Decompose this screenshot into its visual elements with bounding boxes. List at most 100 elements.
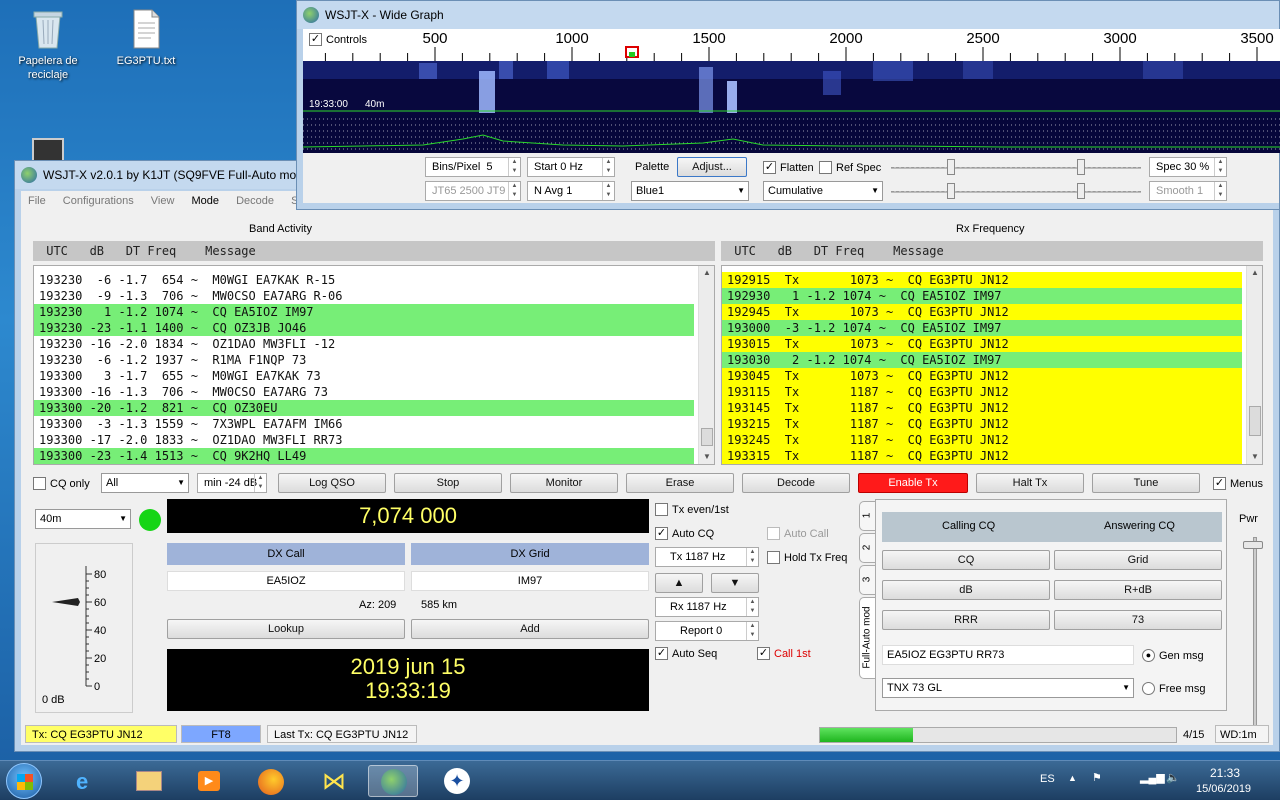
menu-decode[interactable]: Decode: [236, 195, 274, 207]
palette-select[interactable]: Blue1 ▼: [631, 181, 749, 201]
list-item[interactable]: 193115 Tx 1187 ~ CQ EG3PTU JN12: [722, 384, 1242, 400]
ref-spec-checkbox[interactable]: Ref Spec: [819, 161, 881, 175]
free-msg-radio[interactable]: Free msg: [1142, 682, 1205, 696]
auto-seq-checkbox[interactable]: ✓ Auto Seq: [655, 647, 717, 661]
taskbar-butterfly-icon[interactable]: ⋈: [308, 765, 358, 797]
spin-arrows-icon[interactable]: ▲ ▼: [746, 598, 758, 616]
flatten-checkbox[interactable]: ✓ Flatten: [763, 161, 814, 175]
list-item[interactable]: 193300 -20 -1.2 821 ~ CQ OZ30EU: [34, 400, 694, 416]
list-item[interactable]: 193300 -16 -1.3 706 ~ MW0CSO EA7ARG 73: [34, 384, 694, 400]
tab-full-auto[interactable]: Full-Auto mod: [859, 597, 875, 679]
menu-view[interactable]: View: [151, 195, 175, 207]
list-item[interactable]: 193230 -6 -1.7 654 ~ M0WGI EA7KAK R-15: [34, 272, 694, 288]
min-db-spinbox[interactable]: min -24 dB ▲ ▼: [197, 473, 267, 493]
list-item[interactable]: 193215 Tx 1187 ~ CQ EG3PTU JN12: [722, 416, 1242, 432]
tx-to-rx-up-button[interactable]: ▲: [655, 573, 703, 593]
network-icon[interactable]: ▂▄▆: [1140, 771, 1165, 784]
spin-arrows-icon[interactable]: ▲ ▼: [254, 474, 266, 492]
show-hidden-icons-icon[interactable]: ▲: [1068, 773, 1077, 783]
gain-slider[interactable]: [891, 167, 1141, 169]
spectrum-zero-slider-handle[interactable]: [1077, 183, 1085, 199]
spin-arrows-icon[interactable]: ▲ ▼: [602, 158, 614, 176]
eg3ptu-txt-desktop-icon[interactable]: EG3PTU.txt: [110, 8, 182, 68]
rx-frequency-scrollbar[interactable]: ▲ ▼: [1246, 266, 1262, 464]
list-item[interactable]: 193045 Tx 1073 ~ CQ EG3PTU JN12: [722, 368, 1242, 384]
enable-tx-button[interactable]: Enable Tx: [858, 473, 968, 493]
menu-mode[interactable]: Mode: [192, 195, 220, 207]
jt65-jt9-spinbox[interactable]: JT65 2500 JT9 ▲ ▼: [425, 181, 521, 201]
bins-pixel-spinbox[interactable]: Bins/Pixel 5 ▲ ▼: [425, 157, 521, 177]
gen-msg-radio[interactable]: ● Gen msg: [1142, 649, 1204, 663]
list-item[interactable]: 193030 2 -1.2 1074 ~ CQ EA5IOZ IM97: [722, 352, 1242, 368]
list-item[interactable]: 193230 -23 -1.1 1400 ~ CQ OZ3JB JO46: [34, 320, 694, 336]
scroll-thumb[interactable]: [1249, 406, 1261, 436]
rx-freq-spinbox[interactable]: Rx 1187 Hz ▲ ▼: [655, 597, 759, 617]
spin-arrows-icon[interactable]: ▲ ▼: [746, 548, 758, 566]
start-button[interactable]: [6, 763, 42, 799]
menus-checkbox[interactable]: ✓ Menus: [1213, 477, 1263, 491]
volume-icon[interactable]: 🔈: [1166, 771, 1180, 784]
list-item[interactable]: 193315 Tx 1187 ~ CQ EG3PTU JN12: [722, 448, 1242, 464]
scroll-thumb[interactable]: [701, 428, 713, 446]
menu-configurations[interactable]: Configurations: [63, 195, 134, 207]
decode-button[interactable]: Decode: [742, 473, 850, 493]
clock-date[interactable]: 15/06/2019: [1196, 783, 1251, 795]
call-1st-checkbox[interactable]: ✓ Call 1st: [757, 647, 811, 661]
zero-slider-handle[interactable]: [1077, 159, 1085, 175]
rx-frequency-list[interactable]: 192915 Tx 1073 ~ CQ EG3PTU JN12 192930 1 …: [721, 265, 1263, 465]
filter-select[interactable]: All ▼: [101, 473, 189, 493]
list-item[interactable]: 193000 -3 -1.2 1074 ~ CQ EA5IOZ IM97: [722, 320, 1242, 336]
band-select[interactable]: 40m ▼: [35, 509, 131, 529]
free-msg-select[interactable]: TNX 73 GL ▼: [882, 678, 1134, 698]
taskbar-media-player-icon[interactable]: ▶: [184, 765, 234, 797]
recycle-bin-desktop-icon[interactable]: Papelera de reciclaje: [12, 8, 84, 82]
adjust-palette-button[interactable]: Adjust...: [677, 157, 747, 177]
spectrum-type-select[interactable]: Cumulative ▼: [763, 181, 883, 201]
smooth-spinbox[interactable]: Smooth 1 ▲ ▼: [1149, 181, 1227, 201]
list-item[interactable]: 193300 -3 -1.3 1559 ~ 7X3WPL EA7AFM IM66: [34, 416, 694, 432]
73-message-button[interactable]: 73: [1054, 610, 1222, 630]
rrr-message-button[interactable]: RRR: [882, 610, 1050, 630]
list-item[interactable]: 193230 -16 -2.0 1834 ~ OZ1DAO MW3FLI -12: [34, 336, 694, 352]
scroll-down-icon[interactable]: ▼: [1247, 450, 1262, 464]
scroll-up-icon[interactable]: ▲: [1247, 266, 1262, 280]
list-item[interactable]: 193015 Tx 1073 ~ CQ EG3PTU JN12: [722, 336, 1242, 352]
taskbar-wsjtx-icon[interactable]: [368, 765, 418, 797]
dx-grid-field[interactable]: IM97: [411, 571, 649, 591]
taskbar-ie-icon[interactable]: e: [64, 765, 114, 797]
list-item[interactable]: 193145 Tx 1187 ~ CQ EG3PTU JN12: [722, 400, 1242, 416]
scroll-up-icon[interactable]: ▲: [699, 266, 714, 280]
start-freq-spinbox[interactable]: Start 0 Hz ▲ ▼: [527, 157, 615, 177]
stop-button[interactable]: Stop: [394, 473, 502, 493]
n-avg-spinbox[interactable]: N Avg 1 ▲ ▼: [527, 181, 615, 201]
gain-slider-handle[interactable]: [947, 159, 955, 175]
clock-time[interactable]: 21:33: [1210, 766, 1240, 780]
monitor-button[interactable]: Monitor: [510, 473, 618, 493]
list-item[interactable]: 193300 -23 -1.4 1513 ~ CQ 9K2HQ LL49: [34, 448, 694, 464]
tx-even-checkbox[interactable]: Tx even/1st: [655, 503, 729, 517]
tab-1[interactable]: 1: [859, 501, 875, 531]
spin-arrows-icon[interactable]: ▲ ▼: [1214, 182, 1226, 200]
band-activity-list[interactable]: 193230 -6 -1.7 654 ~ M0WGI EA7KAK R-15 19…: [33, 265, 715, 465]
spin-arrows-icon[interactable]: ▲ ▼: [1214, 158, 1226, 176]
auto-cq-checkbox[interactable]: ✓ Auto CQ: [655, 527, 714, 541]
log-qso-button[interactable]: Log QSO: [278, 473, 386, 493]
halt-tx-button[interactable]: Halt Tx: [976, 473, 1084, 493]
list-item[interactable]: 193300 3 -1.7 655 ~ M0WGI EA7KAK 73: [34, 368, 694, 384]
tune-button[interactable]: Tune: [1092, 473, 1200, 493]
erase-button[interactable]: Erase: [626, 473, 734, 493]
spin-arrows-icon[interactable]: ▲ ▼: [508, 158, 520, 176]
waterfall-display[interactable]: 19:33:00 40m: [303, 61, 1280, 153]
list-item[interactable]: 193230 -9 -1.3 706 ~ MW0CSO EA7ARG R-06: [34, 288, 694, 304]
list-item[interactable]: 192945 Tx 1073 ~ CQ EG3PTU JN12: [722, 304, 1242, 320]
dx-call-field[interactable]: EA5IOZ: [167, 571, 405, 591]
spin-arrows-icon[interactable]: ▲ ▼: [508, 182, 520, 200]
spin-arrows-icon[interactable]: ▲ ▼: [602, 182, 614, 200]
spectrum-gain-slider[interactable]: [891, 191, 1141, 193]
flag-icon[interactable]: ⚑: [1092, 771, 1102, 784]
db-message-button[interactable]: dB: [882, 580, 1050, 600]
spin-arrows-icon[interactable]: ▲ ▼: [746, 622, 758, 640]
camera-desktop-icon[interactable]: [32, 138, 64, 160]
taskbar-compass-icon[interactable]: ✦: [432, 765, 482, 797]
cq-message-button[interactable]: CQ: [882, 550, 1050, 570]
